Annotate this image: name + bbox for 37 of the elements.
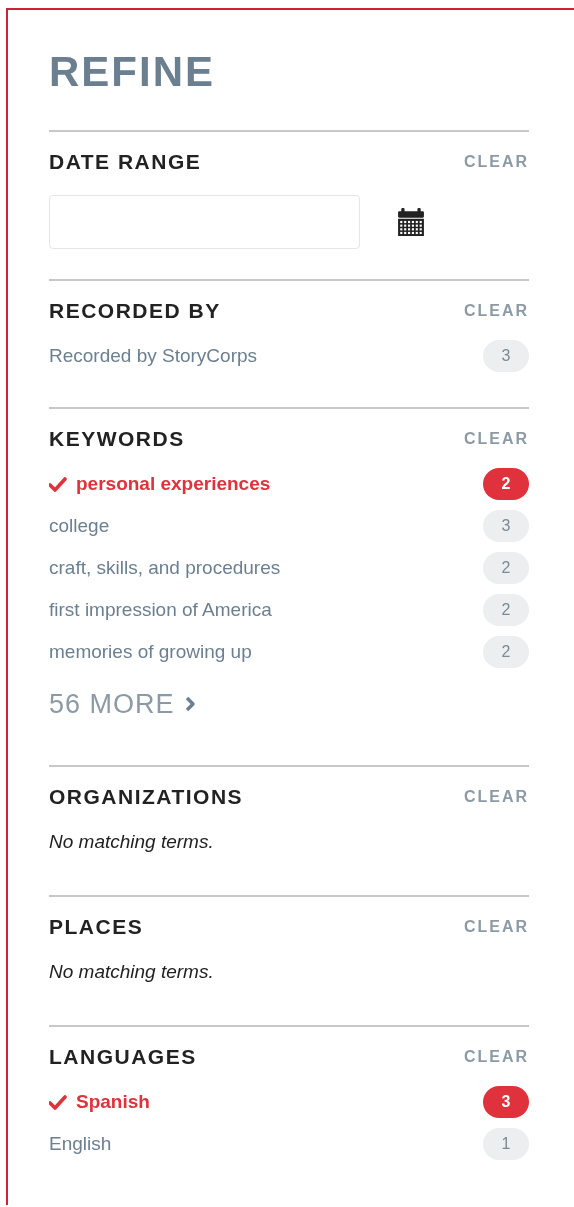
clear-link[interactable]: CLEAR: [463, 788, 529, 806]
section-heading: PLACES: [49, 915, 144, 939]
filter-option[interactable]: craft, skills, and procedures: [49, 557, 281, 579]
section-heading: KEYWORDS: [49, 427, 185, 451]
filter-option[interactable]: Recorded by StoryCorps: [49, 345, 258, 367]
clear-link[interactable]: CLEAR: [463, 1048, 529, 1066]
count-badge: 3: [483, 340, 529, 372]
more-link[interactable]: 56 MORE: [49, 684, 196, 724]
checkmark-icon: [49, 1094, 67, 1110]
section-heading: RECORDED BY: [49, 299, 221, 323]
filter-option[interactable]: first impression of America: [49, 599, 272, 621]
empty-message: No matching terms.: [49, 960, 215, 984]
count-badge: 2: [483, 468, 529, 500]
count-badge: 2: [483, 636, 529, 668]
filter-option[interactable]: English: [49, 1133, 112, 1155]
section-heading: ORGANIZATIONS: [49, 785, 244, 809]
empty-message: No matching terms.: [49, 830, 215, 854]
date-input-field[interactable]: [49, 195, 360, 249]
filter-option[interactable]: memories of growing up: [49, 641, 252, 663]
clear-link[interactable]: CLEAR: [463, 153, 529, 171]
count-badge: 2: [483, 594, 529, 626]
count-badge: 2: [483, 552, 529, 584]
filter-option[interactable]: college: [49, 515, 110, 537]
filter-option[interactable]: Spanish: [49, 1091, 150, 1113]
calendar-icon: [398, 208, 424, 236]
count-badge: 3: [483, 1086, 529, 1118]
panel-title: REFINE: [49, 48, 216, 96]
checkmark-icon: [49, 476, 67, 492]
clear-link[interactable]: CLEAR: [463, 430, 529, 448]
clear-link[interactable]: CLEAR: [463, 302, 529, 320]
chevron-right-icon: [184, 696, 196, 712]
section-heading: DATE RANGE: [49, 150, 202, 174]
section-heading: LANGUAGES: [49, 1045, 197, 1069]
filter-option[interactable]: personal experiences: [49, 473, 271, 495]
count-badge: 3: [483, 510, 529, 542]
clear-link[interactable]: CLEAR: [463, 918, 529, 936]
count-badge: 1: [483, 1128, 529, 1160]
